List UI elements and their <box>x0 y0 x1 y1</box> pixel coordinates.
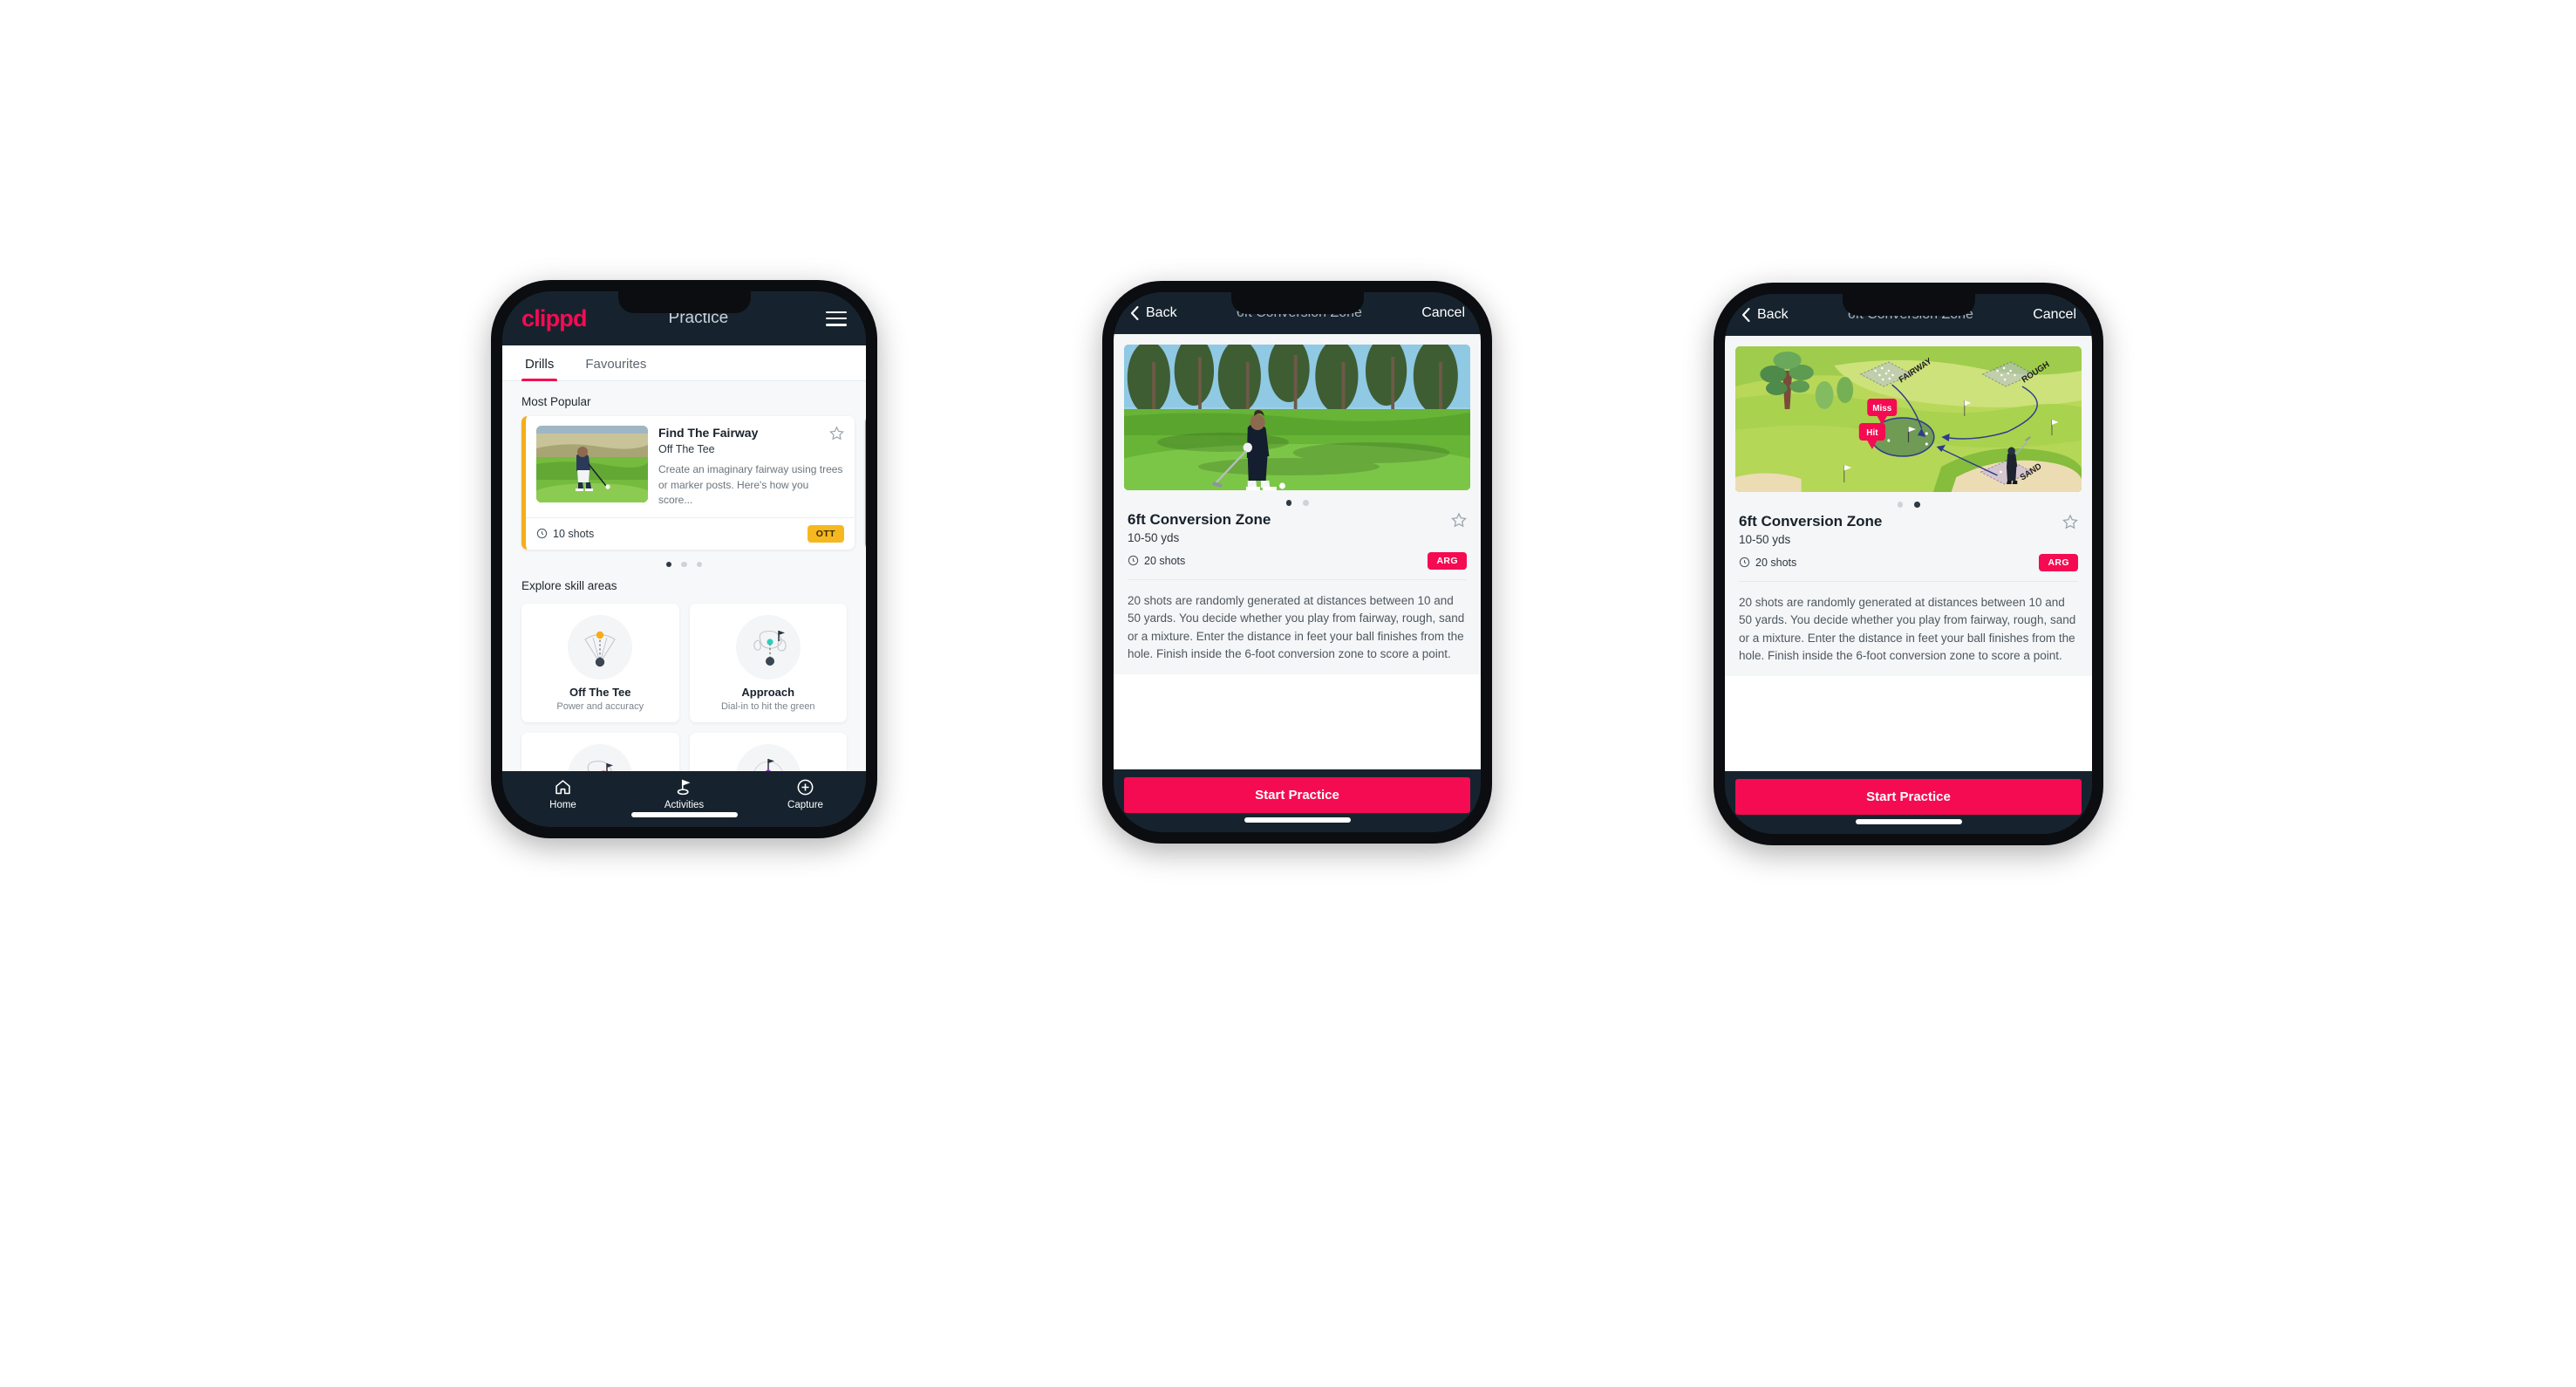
drill-card[interactable]: Find The Fairway Off The Tee Create an i… <box>521 416 855 550</box>
drill-shot-count: 20 shots <box>1128 555 1185 567</box>
star-outline-icon[interactable] <box>829 426 844 441</box>
drill-hero-illustration[interactable]: FAIRWAY ROUGH SAND Miss Hit <box>1735 346 2082 492</box>
home-indicator <box>1855 819 1962 824</box>
star-outline-icon[interactable] <box>1451 511 1467 528</box>
nav-item-activities[interactable]: Activities <box>624 778 745 810</box>
skill-areas-grid: Off The Tee Power and accuracy Approach … <box>502 600 866 771</box>
nav-item-capture[interactable]: Capture <box>745 778 866 810</box>
skill-name: Approach <box>741 686 795 700</box>
phone-mockup-drill-detail-diagram: Back 6ft Conversion Zone Cancel <box>1714 283 2103 845</box>
drill-shot-count-label: 20 shots <box>1144 554 1186 567</box>
skill-card-putting[interactable]: Putting Make and lag practice <box>689 733 847 771</box>
skill-card-off-the-tee[interactable]: Off The Tee Power and accuracy <box>521 604 679 723</box>
drill-yardage: 10-50 yds <box>1128 530 1180 544</box>
star-outline-icon[interactable] <box>2062 513 2078 530</box>
carousel-dot[interactable] <box>696 561 703 568</box>
drill-card-next-peek[interactable] <box>865 416 866 550</box>
drill-description: 20 shots are randomly generated at dista… <box>1739 595 2076 663</box>
drill-yardage: 10-50 yds <box>1739 532 1791 546</box>
carousel-dots <box>502 550 866 571</box>
phone-notch <box>1842 294 1975 316</box>
golf-flag-icon <box>677 779 691 796</box>
clock-icon <box>1128 555 1139 566</box>
phone-notch <box>617 291 751 313</box>
chevron-left-icon <box>1130 305 1139 321</box>
drill-detail-name-row: 6ft Conversion Zone <box>1128 511 1467 529</box>
content-scroll[interactable]: Most Popular Find The Fairway Off The Te… <box>502 381 866 771</box>
carousel-dot[interactable] <box>665 561 672 568</box>
nav-label-activities: Activities <box>664 800 705 810</box>
cancel-button[interactable]: Cancel <box>2033 307 2076 323</box>
carousel-dot[interactable] <box>681 561 687 568</box>
carousel-dot[interactable] <box>1303 500 1309 506</box>
home-indicator <box>630 812 738 817</box>
hamburger-menu-icon[interactable] <box>826 311 847 326</box>
around-the-green-icon <box>588 761 614 771</box>
tab-drills[interactable]: Drills <box>521 345 558 381</box>
drill-shot-count-label: 20 shots <box>1755 556 1797 569</box>
skill-badge-arg: ARG <box>2039 553 2078 571</box>
carousel-dot[interactable] <box>1897 502 1903 508</box>
phone-mockup-practice-list: clippd Practice Drills Favourites Most P… <box>491 280 877 838</box>
home-icon <box>555 780 570 795</box>
clock-icon <box>1739 557 1750 568</box>
drill-subtitle: Off The Tee <box>658 443 715 455</box>
skill-desc: Dial-in to hit the green <box>720 701 815 713</box>
drill-detail-name-row: 6ft Conversion Zone <box>1739 513 2078 530</box>
drill-description: Create an imaginary fairway using trees … <box>658 463 843 507</box>
drill-carousel[interactable]: Find The Fairway Off The Tee Create an i… <box>502 416 866 550</box>
cta-container: Start Practice <box>1725 771 2092 834</box>
illustration-label-miss: Miss <box>1872 404 1891 413</box>
skill-badge-ott: OTT <box>807 524 844 543</box>
back-label: Back <box>1146 305 1177 320</box>
cta-container: Start Practice <box>1114 769 1481 832</box>
skill-badge-arg: ARG <box>1428 551 1467 570</box>
tab-favourites[interactable]: Favourites <box>582 345 650 380</box>
illustration-label-hit: Hit <box>1866 428 1878 438</box>
back-label: Back <box>1757 307 1789 322</box>
drill-thumbnail <box>536 426 648 502</box>
putting-icon <box>753 759 783 771</box>
off-the-tee-icon <box>584 631 616 667</box>
start-practice-button[interactable]: Start Practice <box>1735 779 2082 815</box>
drill-shot-count: 10 shots <box>536 528 594 540</box>
clock-icon <box>536 528 548 539</box>
nav-label-capture: Capture <box>787 800 823 810</box>
screenshot-canvas: clippd Practice Drills Favourites Most P… <box>0 0 2576 1387</box>
skill-card-around-the-green[interactable]: Around The Green Hone your short game <box>521 733 679 771</box>
drill-shot-count-label: 10 shots <box>553 527 595 540</box>
drill-description: 20 shots are randomly generated at dista… <box>1128 593 1465 661</box>
drill-detail-name: 6ft Conversion Zone <box>1739 512 1883 530</box>
hero-carousel-dots <box>1725 492 2092 513</box>
bottom-navigation: Home Activities Capture <box>502 771 866 827</box>
skill-desc: Power and accuracy <box>556 701 644 713</box>
drill-title: Find The Fairway <box>658 426 759 440</box>
carousel-dot[interactable] <box>1285 500 1291 506</box>
plus-circle-icon <box>797 779 814 796</box>
approach-icon <box>753 630 787 666</box>
nav-label-home: Home <box>549 800 576 810</box>
back-button[interactable]: Back <box>1741 307 1789 323</box>
skill-name: Off The Tee <box>569 686 631 700</box>
phone-mockup-drill-detail-photo: Back 6ft Conversion Zone Cancel <box>1102 281 1492 844</box>
drill-detail-name: 6ft Conversion Zone <box>1128 510 1271 528</box>
section-label-most-popular: Most Popular <box>521 395 591 408</box>
content-spacer <box>1114 673 1481 769</box>
phone-notch <box>1230 292 1364 314</box>
nav-item-home[interactable]: Home <box>502 778 624 810</box>
skill-card-approach[interactable]: Approach Dial-in to hit the green <box>689 604 847 723</box>
hero-carousel-dots <box>1114 490 1481 511</box>
drill-hero-photo[interactable] <box>1124 345 1470 490</box>
back-button[interactable]: Back <box>1129 305 1177 321</box>
carousel-dot[interactable] <box>1914 502 1920 508</box>
section-label-explore-skills: Explore skill areas <box>521 579 617 593</box>
cancel-button[interactable]: Cancel <box>1421 305 1465 321</box>
drill-shot-count: 20 shots <box>1739 557 1796 569</box>
home-indicator <box>1244 817 1351 823</box>
content-spacer <box>1725 675 2092 771</box>
start-practice-button[interactable]: Start Practice <box>1124 777 1470 813</box>
tab-bar: Drills Favourites <box>502 345 866 381</box>
chevron-left-icon <box>1741 307 1750 323</box>
